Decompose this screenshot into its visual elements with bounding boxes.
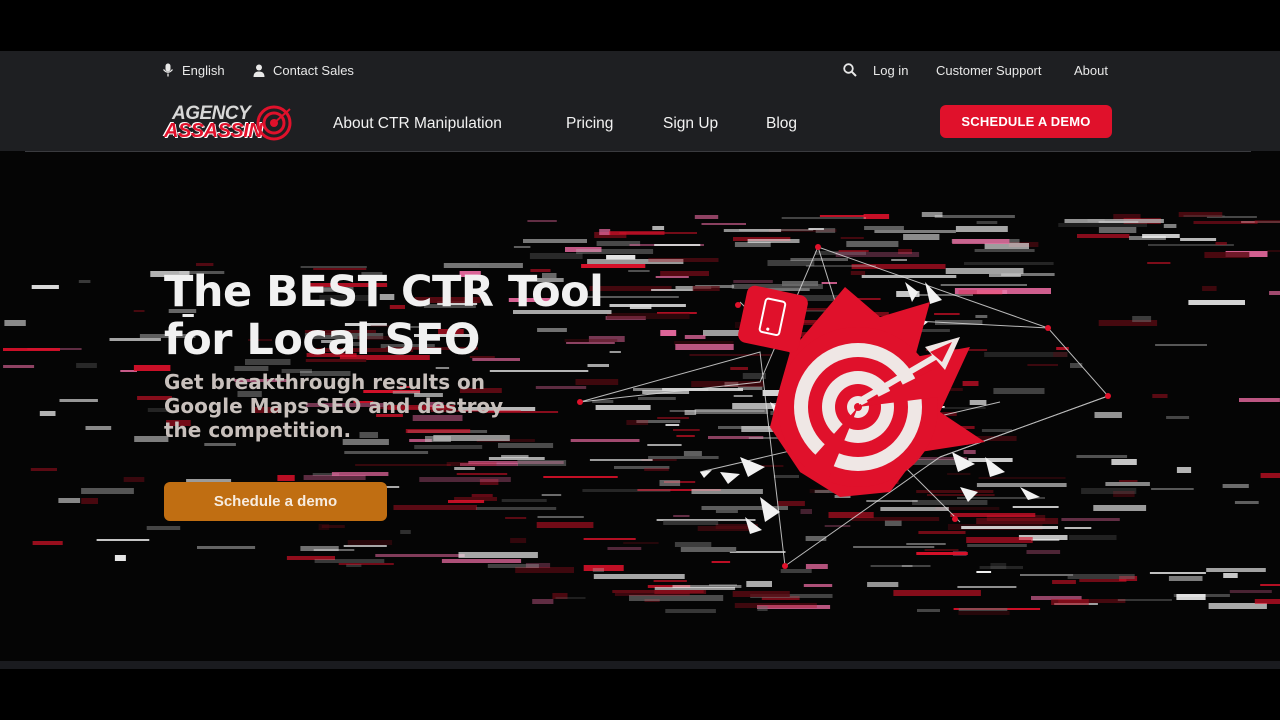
headline-line2: for Local SEO xyxy=(164,315,480,365)
site-header: English Contact Sales Log in Customer Su… xyxy=(0,51,1280,151)
person-icon xyxy=(253,64,265,77)
next-section-edge xyxy=(0,661,1280,669)
about-link[interactable]: About xyxy=(1074,61,1108,79)
nav-pricing[interactable]: Pricing xyxy=(566,115,613,133)
language-selector[interactable]: English xyxy=(162,61,225,79)
schedule-demo-hero-button[interactable]: Schedule a demo xyxy=(164,482,387,521)
main-nav: AGENCY ASSASSIN About CTR Manipulation P… xyxy=(0,99,1280,147)
search-button[interactable] xyxy=(843,61,857,79)
sub-line2: Google Maps SEO and destroy xyxy=(164,394,504,418)
webpage: English Contact Sales Log in Customer Su… xyxy=(0,51,1280,669)
logo-line2: ASSASSIN xyxy=(164,120,263,142)
log-in-link[interactable]: Log in xyxy=(873,61,908,79)
hero-section: The BEST CTR Tool for Local SEO Get brea… xyxy=(0,152,1280,669)
nav-blog[interactable]: Blog xyxy=(766,115,797,133)
utility-bar: English Contact Sales Log in Customer Su… xyxy=(0,51,1280,89)
microphone-icon xyxy=(162,63,174,77)
nav-about-ctr-manipulation[interactable]: About CTR Manipulation xyxy=(333,115,502,133)
customer-support-link[interactable]: Customer Support xyxy=(936,61,1042,79)
schedule-demo-header-button[interactable]: SCHEDULE A DEMO xyxy=(940,105,1112,138)
nav-sign-up[interactable]: Sign Up xyxy=(663,115,718,133)
contact-sales-label: Contact Sales xyxy=(273,62,354,78)
headline-line1: The BEST CTR Tool xyxy=(164,267,604,317)
sub-line1: Get breakthrough results on xyxy=(164,370,486,394)
video-letterbox-bottom xyxy=(0,669,1280,720)
hero-headline: The BEST CTR Tool for Local SEO xyxy=(164,268,724,364)
agency-assassin-logo[interactable]: AGENCY ASSASSIN xyxy=(164,103,294,143)
smartphone-icon xyxy=(738,285,808,353)
contact-sales-link[interactable]: Contact Sales xyxy=(253,61,354,79)
search-icon xyxy=(843,63,857,77)
logo-target-icon xyxy=(256,105,292,141)
hero-subheadline: Get breakthrough results on Google Maps … xyxy=(164,370,584,442)
sub-line3: the competition. xyxy=(164,418,352,442)
language-label: English xyxy=(182,62,225,78)
video-letterbox-top xyxy=(0,0,1280,51)
